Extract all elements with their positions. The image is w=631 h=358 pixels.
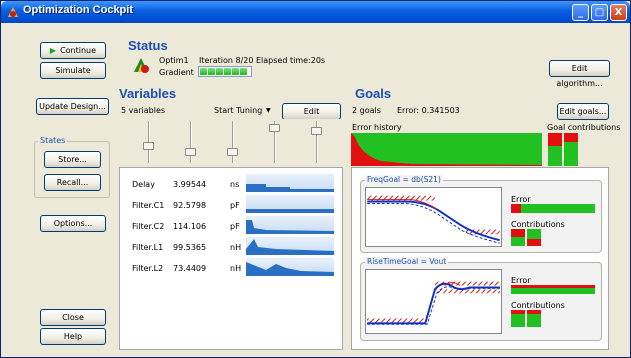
goal-contributions-label: Goal contributions (547, 123, 621, 132)
variable-slider-thumb[interactable] (227, 147, 238, 156)
optim-name: Optim1 (159, 56, 189, 65)
variable-name: Filter.C1 (132, 201, 165, 210)
rise-time-goal-title: RiseTimeGoal = Vout (365, 257, 449, 266)
variable-value: 114.106 (173, 222, 207, 231)
start-tuning-dropdown[interactable]: Start Tuning ▼ (214, 104, 276, 117)
variable-history-sparkline (246, 237, 334, 255)
variable-name: Delay (132, 180, 155, 189)
variable-history-sparkline (246, 216, 334, 234)
chevron-down-icon: ▼ (266, 107, 271, 114)
variable-name: Filter.C2 (132, 222, 165, 231)
help-button[interactable]: Help (40, 328, 106, 345)
error-history-chart (351, 133, 542, 166)
edit-goals-button[interactable]: Edit goals... (557, 103, 609, 120)
rise-time-goal-contributions-chart (511, 310, 541, 327)
rise-time-goal-plot (365, 269, 502, 334)
goals-error-text: Error: 0.341503 (397, 106, 460, 115)
title-bar[interactable]: Optimization Cockpit _ □ X (1, 1, 630, 23)
freq-goal-error-bar (511, 204, 595, 213)
variable-name: Filter.L2 (132, 264, 164, 273)
edit-variables-button[interactable]: Edit variables... (282, 103, 341, 131)
optimizer-icon (134, 58, 149, 73)
maximize-button[interactable]: □ (591, 4, 608, 21)
variable-slider-thumb[interactable] (143, 142, 154, 151)
variable-history-sparkline (246, 258, 334, 276)
variable-value: 73.4409 (173, 264, 207, 273)
variable-value: 92.5798 (173, 201, 207, 210)
update-design-button[interactable]: Update Design... (36, 98, 109, 115)
continue-label: Continue (60, 46, 97, 55)
variable-name: Filter.L1 (132, 243, 164, 252)
gradient-block (240, 68, 247, 75)
variable-value: 3.99544 (173, 180, 207, 189)
freq-goal-contributions-chart (511, 229, 541, 246)
rise-time-goal-contributions-label: Contributions (511, 301, 565, 310)
variable-slider-thumb[interactable] (185, 148, 196, 157)
variable-unit: nH (230, 243, 242, 252)
start-tuning-label: Start Tuning (214, 106, 263, 115)
goal-contributions-chart (548, 133, 578, 166)
variable-value: 99.5365 (173, 243, 207, 252)
freq-goal-error-label: Error (511, 195, 531, 204)
variable-slider-thumb[interactable] (311, 127, 322, 136)
variable-unit: pF (230, 201, 240, 210)
iteration-text: Iteration 8/20 (199, 56, 254, 65)
variable-slider-track[interactable] (190, 121, 192, 163)
recall-button[interactable]: Recall... (44, 174, 101, 191)
states-label: States (38, 136, 68, 145)
gradient-block (216, 68, 223, 75)
edit-algorithm-button[interactable]: Edit algorithm... (549, 60, 610, 88)
gradient-label: Gradient (159, 68, 194, 77)
error-history-label: Error history (352, 123, 402, 132)
rise-time-goal-error-bar (511, 285, 595, 294)
freq-goal-title: FreqGoal = db(S21) (365, 175, 443, 184)
gradient-block (232, 68, 239, 75)
variable-slider-track[interactable] (232, 121, 234, 163)
variables-heading: Variables (119, 86, 177, 101)
gradient-block (224, 68, 231, 75)
close-button[interactable]: Close (40, 309, 106, 326)
variables-list-panel: Delay 3.99544 ns Filter.C1 92.5798 pF Filter.C… (119, 167, 343, 350)
goals-count: 2 goals (352, 106, 381, 115)
optimization-cockpit-window: Optimization Cockpit _ □ X ▶ Continue Sim… (0, 0, 631, 358)
goals-heading: Goals (355, 86, 392, 101)
variables-count: 5 variables (121, 106, 166, 115)
freq-goal-contributions-label: Contributions (511, 220, 565, 229)
variable-unit: nH (230, 264, 242, 273)
variable-history-sparkline (246, 174, 334, 192)
continue-button[interactable]: ▶ Continue (40, 42, 106, 59)
gradient-progress-bar (198, 66, 252, 77)
gradient-block (208, 68, 215, 75)
sliders-area (119, 119, 343, 167)
variable-slider-thumb[interactable] (269, 124, 280, 133)
freq-goal-plot (365, 187, 502, 247)
variable-history-sparkline (246, 195, 334, 213)
gradient-block (200, 68, 207, 75)
close-window-button[interactable]: X (610, 4, 627, 21)
window-title: Optimization Cockpit (23, 4, 133, 16)
variable-unit: pF (230, 222, 240, 231)
store-button[interactable]: Store... (44, 151, 101, 168)
minimize-button[interactable]: _ (572, 4, 589, 21)
app-icon (8, 7, 18, 17)
rise-time-goal-error-label: Error (511, 276, 531, 285)
simulate-button[interactable]: Simulate (40, 62, 106, 79)
elapsed-time-text: Elapsed time:20s (256, 56, 326, 65)
play-icon: ▶ (49, 46, 57, 55)
options-button[interactable]: Options... (40, 215, 106, 232)
status-heading: Status (128, 38, 168, 53)
variable-unit: ns (230, 180, 240, 189)
